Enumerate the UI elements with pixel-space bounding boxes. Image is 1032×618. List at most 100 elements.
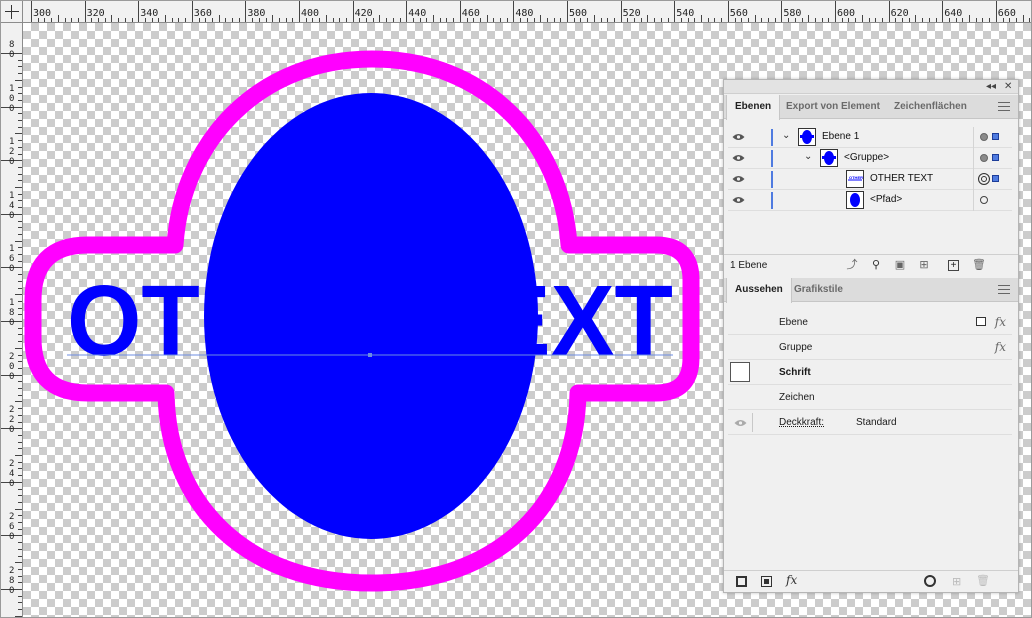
appearance-row-ebene[interactable]: Ebene fx	[728, 310, 1012, 335]
tab-export-von-element[interactable]: Export von Element	[778, 95, 888, 119]
panel-menu-icon[interactable]	[998, 285, 1010, 294]
ruler-minor-tick	[18, 173, 22, 175]
horizontal-ruler[interactable]: 300 320 340 360 380 400 420 440 460 480 500 520 540 5…	[1, 1, 1031, 23]
visibility-eye-icon[interactable]	[732, 133, 745, 141]
close-panel-icon[interactable]: ✕	[1004, 81, 1012, 92]
ruler-origin-icon[interactable]	[1, 1, 23, 23]
ruler-minor-tick	[18, 501, 22, 503]
clear-appearance-icon[interactable]	[924, 575, 936, 587]
ruler-minor-tick	[218, 15, 220, 22]
ruler-label: 480	[515, 8, 534, 19]
ruler-minor-tick	[808, 15, 810, 22]
fx-icon[interactable]: fx	[995, 340, 1006, 354]
ruler-minor-tick	[587, 18, 589, 22]
clipping-mask-icon[interactable]: ▣	[894, 259, 906, 271]
ruler-minor-tick	[211, 18, 213, 22]
ruler-minor-tick	[18, 602, 22, 604]
ruler-label: 8	[9, 308, 15, 318]
target-icon[interactable]	[980, 154, 988, 162]
chevron-down-icon[interactable]: ⌄	[782, 130, 790, 141]
ruler-label: 2	[9, 147, 15, 158]
tab-aussehen[interactable]: Aussehen	[726, 278, 792, 303]
selection-indicator[interactable]	[992, 133, 999, 140]
text-anchor-point[interactable]	[368, 353, 372, 357]
layers-status-bar: 1 Ebene ⤴ ⚲ ▣ ⊞ + 🗑	[724, 254, 1018, 276]
visibility-eye-icon[interactable]	[732, 154, 745, 162]
ruler-minor-tick	[386, 18, 388, 22]
visibility-eye-icon[interactable]	[732, 196, 745, 204]
trash-icon[interactable]: 🗑	[972, 259, 986, 271]
ruler-minor-tick	[151, 18, 153, 22]
add-stroke-icon[interactable]	[736, 576, 747, 587]
ruler-minor-tick	[754, 15, 756, 22]
layer-name[interactable]: <Pfad>	[870, 194, 902, 205]
new-layer-icon[interactable]: +	[948, 260, 959, 271]
ruler-minor-tick	[292, 18, 294, 22]
target-selected-icon[interactable]	[978, 173, 990, 185]
ruler-minor-tick	[18, 233, 22, 235]
layer-row-ebene-1[interactable]: ⌄ Ebene 1	[728, 127, 1012, 148]
duplicate-item-icon[interactable]: ⊞	[952, 575, 961, 588]
vertical-ruler[interactable]: 80100120140160180200220240260280	[1, 23, 23, 617]
ruler-minor-tick	[18, 66, 22, 68]
opacity-value[interactable]: Standard	[856, 417, 897, 428]
ruler-minor-tick	[64, 18, 66, 22]
ruler-minor-tick	[18, 59, 22, 61]
other-text-type[interactable]: OTHER TEXT	[67, 265, 673, 377]
ruler-label: 400	[301, 8, 320, 19]
opacity-label[interactable]: Deckkraft:	[779, 417, 824, 428]
layer-row-pfad[interactable]: <Pfad>	[728, 190, 1012, 211]
export-asset-icon[interactable]: ⤴	[846, 259, 858, 271]
add-fill-icon[interactable]	[761, 576, 772, 587]
appearance-row-schrift[interactable]: Schrift	[728, 360, 1012, 385]
tab-grafikstile[interactable]: Grafikstile	[786, 278, 851, 302]
ruler-label: 2	[9, 458, 15, 469]
ruler-minor-tick	[774, 18, 776, 22]
search-icon[interactable]: ⚲	[870, 259, 882, 271]
selection-indicator[interactable]	[992, 154, 999, 161]
ruler-minor-tick	[15, 133, 22, 135]
ruler-minor-tick	[667, 18, 669, 22]
tab-ebenen[interactable]: Ebenen	[726, 95, 781, 120]
ruler-minor-tick	[144, 18, 146, 22]
ruler-minor-tick	[520, 18, 522, 22]
target-icon[interactable]	[980, 133, 988, 141]
fx-icon[interactable]: fx	[995, 315, 1006, 329]
ruler-minor-tick	[915, 15, 917, 22]
appearance-tabbar: Aussehen Grafikstile	[724, 278, 1018, 303]
ruler-minor-tick	[118, 18, 120, 22]
ruler-minor-tick	[399, 18, 401, 22]
visibility-eye-icon[interactable]	[732, 175, 745, 183]
selection-indicator[interactable]	[992, 175, 999, 182]
appearance-row-deckkraft[interactable]: Deckkraft: Standard	[728, 410, 1012, 435]
ruler-minor-tick	[18, 200, 22, 202]
ruler-major-tick	[727, 1, 729, 22]
ruler-minor-tick	[613, 18, 615, 22]
appearance-row-zeichen[interactable]: Zeichen	[728, 385, 1012, 410]
ruler-major-tick	[674, 1, 676, 22]
illustrator-window: 300 320 340 360 380 400 420 440 460 480 500 520 540 5…	[0, 0, 1032, 618]
chevron-down-icon[interactable]: ⌄	[804, 151, 812, 162]
layer-name[interactable]: <Gruppe>	[844, 152, 889, 163]
add-effect-icon[interactable]: fx	[786, 573, 797, 587]
new-sublayer-icon[interactable]: ⊞	[918, 259, 930, 271]
ruler-minor-tick	[486, 15, 488, 22]
target-icon[interactable]	[980, 196, 988, 204]
ruler-minor-tick	[821, 18, 823, 22]
layer-row-gruppe[interactable]: ⌄ <Gruppe>	[728, 148, 1012, 169]
visibility-eye-icon[interactable]	[734, 419, 747, 427]
layer-name[interactable]: OTHER TEXT	[870, 173, 933, 184]
collapse-panel-icon[interactable]: ◂◂	[986, 81, 996, 92]
appearance-row-gruppe[interactable]: Gruppe fx	[728, 335, 1012, 360]
trash-icon[interactable]: 🗑	[976, 574, 990, 587]
ruler-minor-tick	[955, 18, 957, 22]
tab-zeichenflaechen[interactable]: Zeichenflächen	[886, 95, 975, 119]
ruler-minor-tick	[18, 140, 22, 142]
panel-titlebar[interactable]: ◂◂ ✕	[724, 80, 1018, 94]
ruler-minor-tick	[44, 18, 46, 22]
panel-menu-icon[interactable]	[998, 102, 1010, 111]
duplicate-icon[interactable]	[976, 317, 986, 326]
ruler-minor-tick	[928, 18, 930, 22]
layer-row-other-text[interactable]: OTHER OTHER TEXT	[728, 169, 1012, 190]
layer-name[interactable]: Ebene 1	[822, 131, 859, 142]
